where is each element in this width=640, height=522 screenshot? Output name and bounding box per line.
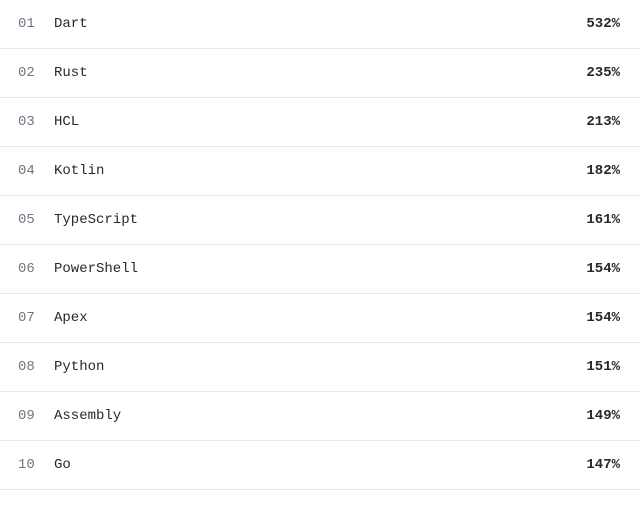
label: Dart — [54, 16, 586, 32]
list-item: 01 Dart 532% — [0, 0, 640, 49]
value: 532% — [586, 16, 620, 32]
list-item: 03 HCL 213% — [0, 98, 640, 147]
rank: 03 — [18, 114, 54, 130]
value: 154% — [586, 261, 620, 277]
value: 151% — [586, 359, 620, 375]
value: 213% — [586, 114, 620, 130]
list-item: 07 Apex 154% — [0, 294, 640, 343]
list-item: 10 Go 147% — [0, 441, 640, 490]
list-item: 09 Assembly 149% — [0, 392, 640, 441]
label: Apex — [54, 310, 586, 326]
value: 182% — [586, 163, 620, 179]
label: Python — [54, 359, 586, 375]
value: 161% — [586, 212, 620, 228]
label: TypeScript — [54, 212, 586, 228]
rank: 06 — [18, 261, 54, 277]
label: HCL — [54, 114, 586, 130]
rank: 08 — [18, 359, 54, 375]
rank: 09 — [18, 408, 54, 424]
label: Go — [54, 457, 586, 473]
rank: 01 — [18, 16, 54, 32]
value: 235% — [586, 65, 620, 81]
rank: 07 — [18, 310, 54, 326]
value: 149% — [586, 408, 620, 424]
rank: 10 — [18, 457, 54, 473]
list-item: 08 Python 151% — [0, 343, 640, 392]
rank: 05 — [18, 212, 54, 228]
value: 154% — [586, 310, 620, 326]
value: 147% — [586, 457, 620, 473]
list-item: 04 Kotlin 182% — [0, 147, 640, 196]
label: PowerShell — [54, 261, 586, 277]
label: Rust — [54, 65, 586, 81]
rank: 02 — [18, 65, 54, 81]
label: Assembly — [54, 408, 586, 424]
label: Kotlin — [54, 163, 586, 179]
ranked-list: 01 Dart 532% 02 Rust 235% 03 HCL 213% 04… — [0, 0, 640, 490]
list-item: 06 PowerShell 154% — [0, 245, 640, 294]
rank: 04 — [18, 163, 54, 179]
list-item: 02 Rust 235% — [0, 49, 640, 98]
list-item: 05 TypeScript 161% — [0, 196, 640, 245]
